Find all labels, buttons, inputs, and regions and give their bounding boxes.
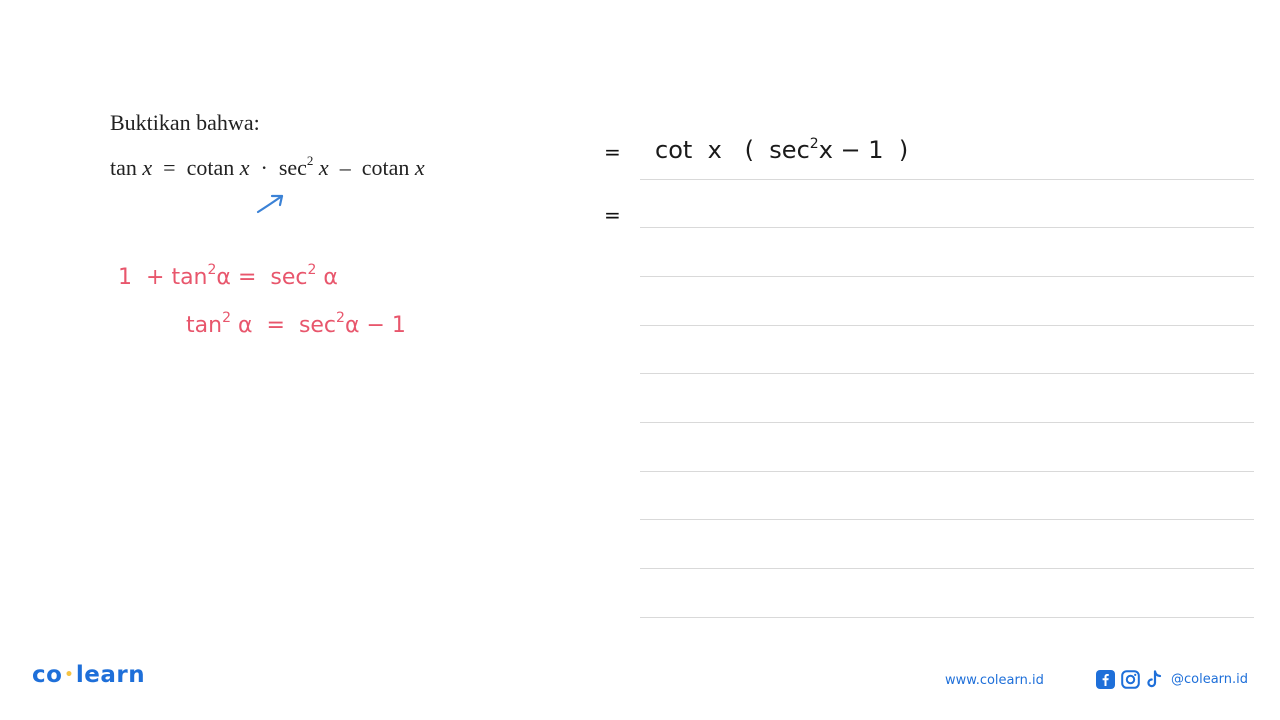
text: x	[707, 136, 722, 164]
text: +	[146, 265, 165, 290]
instagram-icon[interactable]	[1121, 670, 1140, 689]
identity-line-2: tan2 α = sec2α − 1	[186, 310, 406, 338]
text: 2	[307, 262, 317, 278]
eq-exponent: 2	[306, 153, 314, 168]
eq-cotan: cotan	[186, 155, 235, 180]
text: − 1	[366, 313, 406, 338]
ruled-line	[640, 227, 1254, 228]
eq-minus: –	[339, 155, 351, 180]
ruled-line	[640, 422, 1254, 423]
ruled-line	[640, 179, 1254, 180]
text: sec	[298, 313, 337, 338]
arrow-annotation-icon	[256, 194, 284, 214]
colearn-logo: co •learn	[32, 662, 145, 688]
text: α	[237, 313, 253, 338]
ruled-line	[640, 373, 1254, 374]
step2-equals: =	[604, 203, 621, 227]
social-handle[interactable]: @colearn.id	[1171, 672, 1248, 687]
eq-equals: =	[163, 155, 176, 180]
text: cot	[655, 136, 693, 164]
text: (	[744, 136, 755, 164]
text: α	[216, 265, 231, 290]
logo-text-learn: learn	[75, 662, 146, 688]
text: x	[818, 136, 833, 164]
facebook-icon[interactable]	[1096, 670, 1115, 689]
ruled-line	[640, 325, 1254, 326]
text: − 1	[840, 136, 884, 164]
website-link[interactable]: www.colearn.id	[945, 673, 1044, 688]
text: sec	[769, 136, 810, 164]
problem-statement: Buktikan bahwa: tan x = cotan x · sec2 x…	[110, 108, 425, 183]
social-links: @colearn.id	[1096, 670, 1248, 689]
text: =	[266, 313, 285, 338]
eq-var: x	[414, 155, 425, 180]
eq-dot: ·	[260, 155, 268, 180]
logo-text-co: co	[32, 662, 63, 688]
text: tan	[186, 313, 223, 338]
text: =	[237, 265, 257, 290]
problem-equation: tan x = cotan x · sec2 x – cotan x	[110, 146, 425, 183]
text: α	[323, 265, 338, 290]
ruled-line	[640, 568, 1254, 569]
text: α	[344, 313, 360, 338]
ruled-line	[640, 519, 1254, 520]
problem-title: Buktikan bahwa:	[110, 110, 260, 135]
text: 2	[336, 310, 345, 326]
eq-sec: sec	[278, 155, 307, 180]
text: sec	[270, 265, 308, 290]
eq-tan: tan	[110, 155, 137, 180]
eq-var: x	[318, 155, 329, 180]
ruled-line	[640, 617, 1254, 618]
text: 1	[118, 265, 132, 290]
text: )	[898, 136, 909, 164]
eq-cotan-2: cotan	[361, 155, 410, 180]
step1-expression: cot x ( sec2x − 1 )	[655, 136, 908, 164]
logo-dot: •	[64, 667, 74, 683]
text: 2	[222, 310, 231, 326]
ruled-line	[640, 471, 1254, 472]
text: 2	[809, 136, 819, 152]
ruled-line	[640, 276, 1254, 277]
tiktok-icon[interactable]	[1146, 670, 1163, 689]
text: tan	[171, 265, 208, 290]
eq-var: x	[142, 155, 153, 180]
identity-line-1: 1 + tan2α = sec2 α	[118, 262, 338, 290]
step1-equals: =	[604, 140, 621, 164]
eq-var: x	[239, 155, 250, 180]
